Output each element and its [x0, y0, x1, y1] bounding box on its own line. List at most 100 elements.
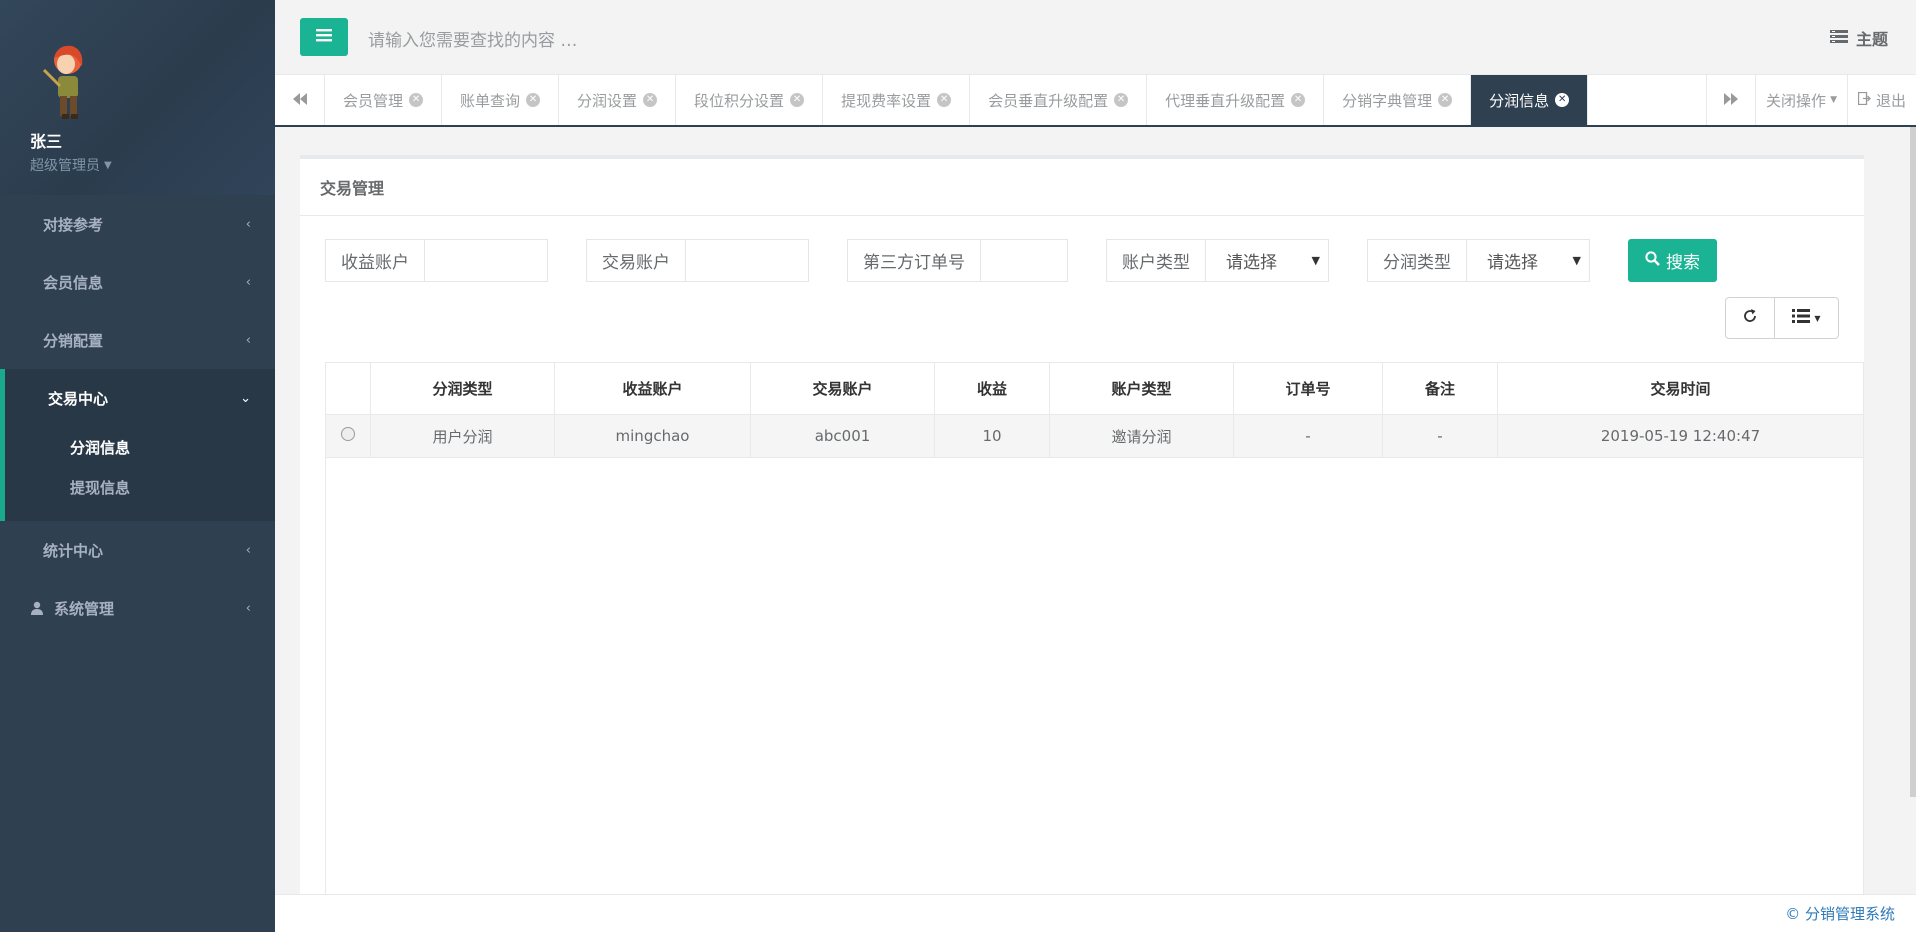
- column-header[interactable]: 分润类型: [370, 362, 555, 415]
- close-icon[interactable]: ✕: [1291, 93, 1306, 107]
- search-icon: [1645, 250, 1660, 271]
- account-type-select[interactable]: 请选择 ▼: [1205, 239, 1329, 282]
- tabs-list: 会员管理 ✕ 账单查询 ✕ 分润设置 ✕ 段位积分设置 ✕ 提现费率设置 ✕ 会员垂直升级…: [325, 75, 1706, 125]
- column-header[interactable]: 账户类型: [1049, 362, 1234, 415]
- sidebar-item-label: 系统管理: [54, 599, 115, 618]
- sidebar-item-system[interactable]: 系统管理 ‹: [0, 579, 275, 637]
- columns-toggle-button[interactable]: ▼: [1775, 297, 1839, 339]
- sidebar-item-distribution-config[interactable]: 分销配置 ‹: [0, 311, 275, 369]
- trade-account-input[interactable]: [685, 239, 809, 282]
- trade-account-label: 交易账户: [586, 239, 685, 282]
- tab-label: 提现费率设置: [841, 91, 932, 110]
- theme-icon: [1829, 29, 1848, 48]
- income-account-label: 收益账户: [325, 239, 424, 282]
- close-icon[interactable]: ✕: [937, 93, 952, 107]
- user-role-dropdown[interactable]: 超级管理员 ▼: [30, 155, 275, 175]
- close-icon[interactable]: ✕: [643, 93, 658, 107]
- column-header[interactable]: 收益: [934, 362, 1050, 415]
- caret-down-icon: ▼: [1814, 313, 1821, 323]
- logout-label: 退出: [1875, 91, 1906, 110]
- sidebar-item-statistics[interactable]: 统计中心 ‹: [0, 521, 275, 579]
- account-type-value: 请选择: [1226, 253, 1277, 273]
- third-order-filter: 第三方订单号: [847, 239, 1068, 282]
- close-icon[interactable]: ✕: [526, 93, 541, 107]
- tab-scroll-left-button[interactable]: [275, 75, 325, 125]
- refresh-icon: [1742, 308, 1758, 328]
- tab-dictionary-management[interactable]: 分销字典管理 ✕: [1324, 75, 1472, 125]
- top-bar: 请输入您需要查找的内容 … 主题: [275, 0, 1916, 75]
- profit-type-filter: 分润类型 请选择 ▼: [1367, 239, 1590, 282]
- profit-type-value: 请选择: [1487, 253, 1538, 273]
- third-order-input[interactable]: [980, 239, 1068, 282]
- account-type-filter: 账户类型 请选择 ▼: [1106, 239, 1329, 282]
- tab-label: 会员管理: [343, 91, 404, 110]
- tab-member-upgrade-config[interactable]: 会员垂直升级配置 ✕: [970, 75, 1148, 125]
- chevron-left-icon: ‹: [245, 542, 251, 558]
- refresh-button[interactable]: [1725, 297, 1775, 339]
- main-content: 交易管理 收益账户 交易账户 第三方订单号 账户类型 请选择 ▼ 分润类型 请选…: [275, 127, 1916, 894]
- tab-profit-info[interactable]: 分润信息 ✕: [1471, 75, 1589, 125]
- tab-label: 分销字典管理: [1342, 91, 1433, 110]
- table-row[interactable]: 用户分润 mingchao abc001 10 邀请分润 - - 2019-05…: [325, 414, 1864, 458]
- double-chevron-left-icon: [292, 91, 307, 109]
- sidebar-item-label: 分销配置: [43, 331, 104, 350]
- tab-profit-settings[interactable]: 分润设置 ✕: [559, 75, 677, 125]
- column-header[interactable]: 收益账户: [554, 362, 751, 415]
- copyright-text: © 分销管理系统: [1785, 905, 1895, 923]
- chevron-left-icon: ‹: [245, 216, 251, 232]
- search-button[interactable]: 搜索: [1628, 239, 1717, 282]
- row-radio[interactable]: [341, 427, 355, 441]
- account-type-label: 账户类型: [1106, 239, 1205, 282]
- logout-button[interactable]: 退出: [1848, 75, 1916, 125]
- tab-bill-query[interactable]: 账单查询 ✕: [442, 75, 560, 125]
- close-icon[interactable]: ✕: [1114, 93, 1129, 107]
- table-toolbar: ▼: [1725, 297, 1839, 339]
- sidebar-nav: 对接参考 ‹ 会员信息 ‹ 分销配置 ‹ 交易中心 ⌄ 分润信息 提现信息 统计…: [0, 195, 275, 637]
- chevron-left-icon: ‹: [245, 332, 251, 348]
- top-search-input[interactable]: 请输入您需要查找的内容 …: [368, 26, 577, 51]
- sidebar-item-members[interactable]: 会员信息 ‹: [0, 253, 275, 311]
- panel-title: 交易管理: [300, 159, 1864, 216]
- chevron-left-icon: ‹: [245, 274, 251, 290]
- filter-form: 收益账户 交易账户 第三方订单号 账户类型 请选择 ▼ 分润类型 请选择 ▼ 搜…: [325, 239, 1717, 282]
- sidebar-item-docking[interactable]: 对接参考 ‹: [0, 195, 275, 253]
- sidebar-subitem-profit-info[interactable]: 分润信息: [70, 427, 275, 467]
- tab-scroll-right-button[interactable]: [1706, 75, 1757, 125]
- profit-type-select[interactable]: 请选择 ▼: [1466, 239, 1590, 282]
- sidebar-item-label: 统计中心: [43, 541, 104, 560]
- tab-label: 代理垂直升级配置: [1165, 91, 1286, 110]
- tab-label: 段位积分设置: [694, 91, 785, 110]
- close-operations-dropdown[interactable]: 关闭操作 ▼: [1756, 75, 1848, 125]
- column-header[interactable]: 交易时间: [1497, 362, 1864, 415]
- tab-agent-upgrade-config[interactable]: 代理垂直升级配置 ✕: [1147, 75, 1325, 125]
- sidebar-subitem-withdraw-info[interactable]: 提现信息: [70, 467, 275, 507]
- tab-actions: 关闭操作 ▼ 退出: [1706, 75, 1916, 125]
- close-icon[interactable]: ✕: [1555, 93, 1570, 107]
- column-header[interactable]: 订单号: [1233, 362, 1383, 415]
- select-column-header: [325, 362, 371, 415]
- sidebar: 张三 超级管理员 ▼ 对接参考 ‹ 会员信息 ‹ 分销配置 ‹ 交易中心 ⌄ 分…: [0, 0, 275, 932]
- close-icon[interactable]: ✕: [1438, 93, 1453, 107]
- sidebar-item-label: 交易中心: [48, 389, 109, 408]
- close-operations-label: 关闭操作: [1766, 91, 1827, 110]
- close-icon[interactable]: ✕: [409, 93, 424, 107]
- caret-down-icon: ▼: [1830, 95, 1837, 105]
- menu-toggle-button[interactable]: [300, 18, 348, 56]
- search-button-label: 搜索: [1666, 253, 1700, 273]
- tabs-bar: 会员管理 ✕ 账单查询 ✕ 分润设置 ✕ 段位积分设置 ✕ 提现费率设置 ✕ 会员垂直升级…: [275, 75, 1916, 127]
- scrollbar[interactable]: [1910, 127, 1916, 797]
- income-account-input[interactable]: [424, 239, 548, 282]
- user-name: 张三: [30, 132, 63, 151]
- tab-rank-points-settings[interactable]: 段位积分设置 ✕: [676, 75, 824, 125]
- table-header-row: 分润类型 收益账户 交易账户 收益 账户类型 订单号 备注 交易时间: [325, 362, 1864, 415]
- avatar[interactable]: [34, 40, 98, 124]
- sidebar-item-trade-center[interactable]: 交易中心 ⌄: [0, 369, 275, 427]
- table-cell: 2019-05-19 12:40:47: [1497, 414, 1864, 458]
- tab-label: 会员垂直升级配置: [988, 91, 1109, 110]
- tab-member-management[interactable]: 会员管理 ✕: [325, 75, 443, 125]
- theme-button[interactable]: 主题: [1829, 26, 1888, 50]
- column-header[interactable]: 备注: [1382, 362, 1498, 415]
- tab-withdraw-rate-settings[interactable]: 提现费率设置 ✕: [823, 75, 971, 125]
- column-header[interactable]: 交易账户: [750, 362, 935, 415]
- close-icon[interactable]: ✕: [790, 93, 805, 107]
